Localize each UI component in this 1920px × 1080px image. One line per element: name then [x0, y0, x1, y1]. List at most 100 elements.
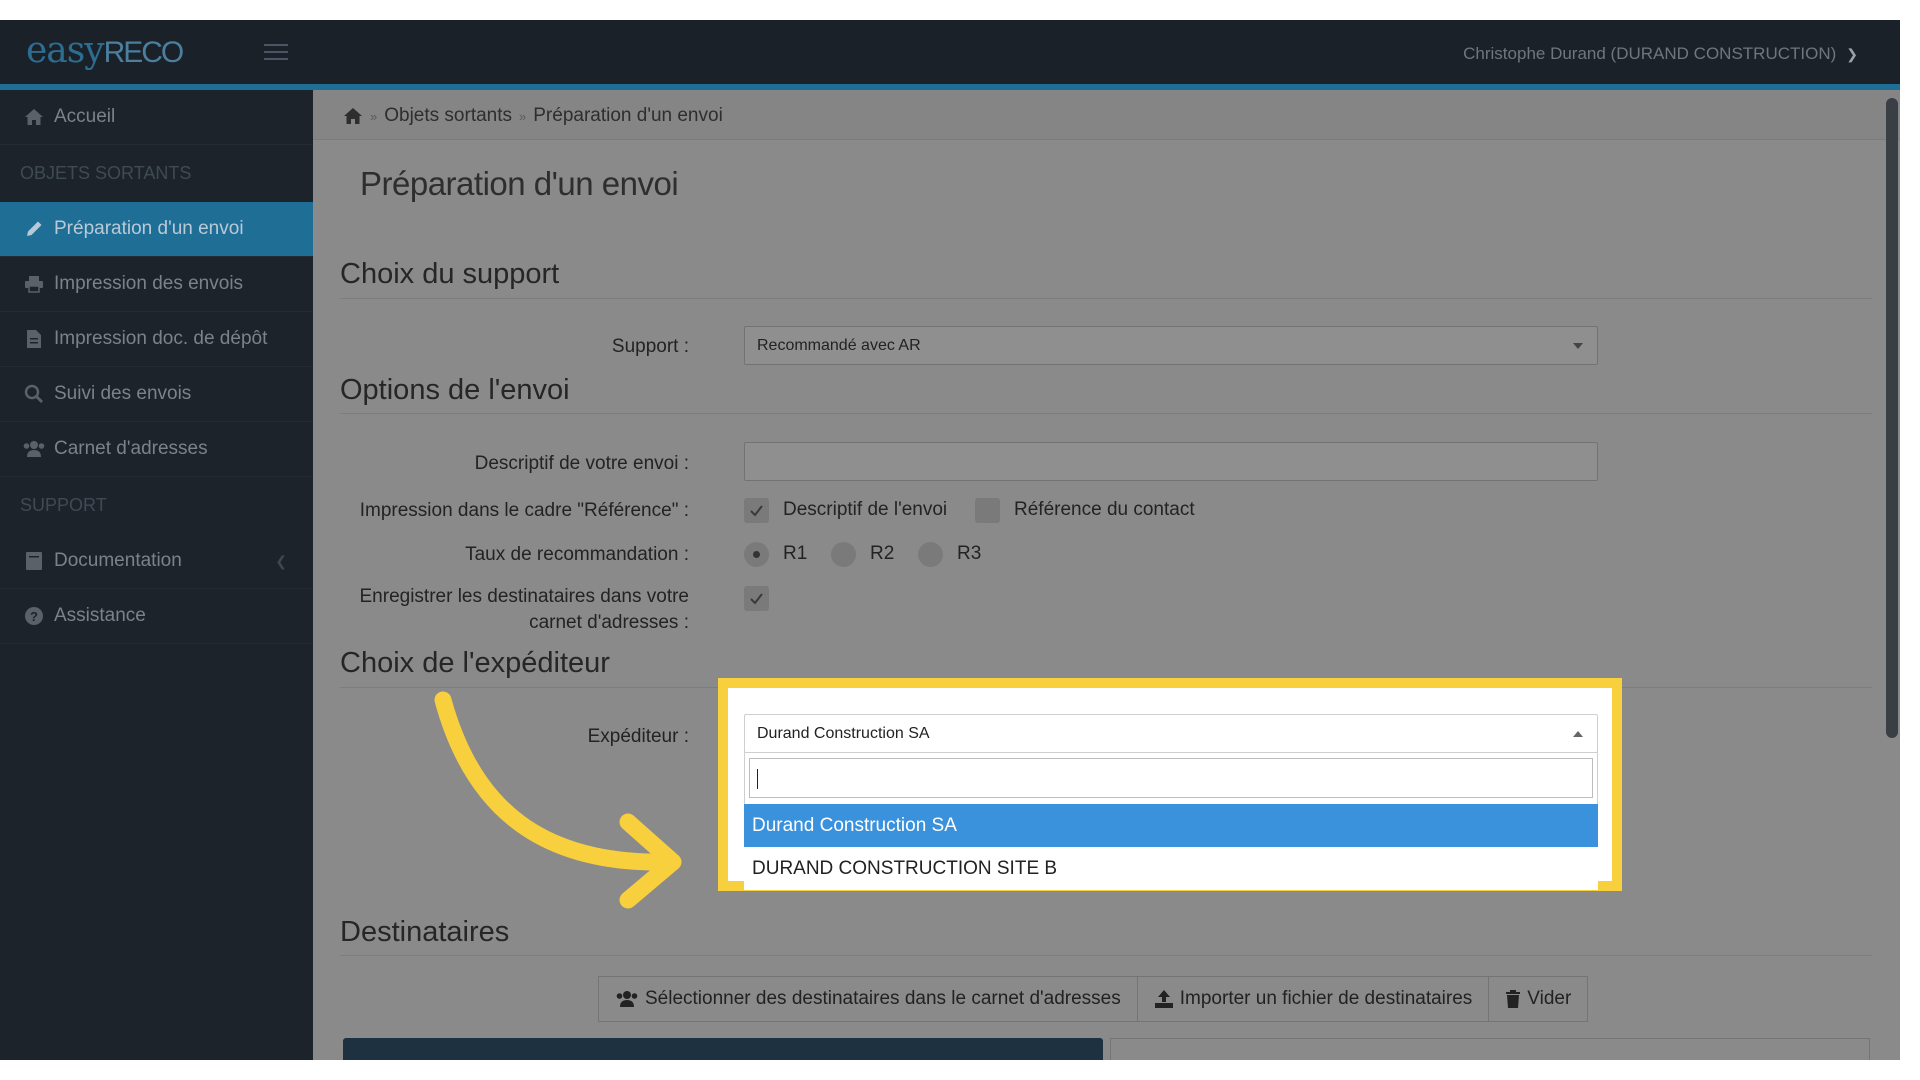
home-icon	[22, 108, 46, 126]
users-icon	[615, 990, 639, 1008]
logo[interactable]: easyRECO	[26, 30, 185, 71]
clear-button[interactable]: Vider	[1488, 976, 1589, 1022]
rate-r3-label[interactable]: R3	[957, 543, 981, 565]
page-margin	[1900, 20, 1920, 1060]
sidebar-item-label: Préparation d'un envoi	[54, 218, 244, 239]
breadcrumb-current: Préparation d'un envoi	[533, 105, 723, 126]
rate-r2-label[interactable]: R2	[870, 543, 894, 565]
save-recipients-label-line1: Enregistrer les destinataires dans votre	[359, 586, 690, 607]
checkmark-icon	[750, 505, 763, 517]
menu-toggle-icon[interactable]	[264, 44, 288, 62]
scrollbar[interactable]	[1886, 98, 1898, 738]
rate-r3-radio[interactable]	[918, 542, 943, 567]
sidebar-header-outgoing: OBJETS SORTANTS	[20, 163, 192, 183]
upload-icon	[1154, 989, 1174, 1009]
pencil-icon	[22, 219, 46, 239]
section-divider	[340, 413, 1872, 414]
ref-descriptif-label[interactable]: Descriptif de l'envoi	[783, 499, 947, 521]
app-frame: easyRECO Christophe Durand (DURAND CONST…	[0, 20, 1900, 1060]
rate-label: Taux de recommandation :	[465, 544, 689, 565]
caret-down-icon	[1573, 343, 1583, 349]
save-recipients-label-line2: carnet d'adresses :	[529, 612, 689, 633]
logo-easy: easy	[26, 30, 105, 71]
page-title: Préparation d'un envoi	[360, 165, 679, 202]
sidebar-item-accueil[interactable]: Accueil	[0, 90, 313, 145]
section-title-recipients: Destinataires	[340, 916, 510, 948]
support-select-value: Recommandé avec AR	[757, 337, 921, 354]
section-title-support: Choix du support	[340, 258, 560, 290]
text-cursor	[757, 769, 758, 789]
annotation-arrow-icon	[434, 691, 682, 909]
import-file-button[interactable]: Importer un fichier de destinataires	[1136, 976, 1490, 1022]
section-title-sender: Choix de l'expéditeur	[340, 647, 610, 679]
ref-contact-label[interactable]: Référence du contact	[1014, 499, 1195, 521]
chevron-left-icon: ❮	[275, 552, 287, 569]
book-icon	[22, 551, 46, 571]
ref-contact-checkbox[interactable]	[975, 498, 1000, 523]
section-divider	[340, 298, 1872, 299]
sender-search-input[interactable]	[749, 758, 1593, 798]
select-recipients-label: Sélectionner des destinataires dans le c…	[645, 988, 1121, 1009]
select-recipients-button[interactable]: Sélectionner des destinataires dans le c…	[598, 976, 1138, 1022]
document-icon	[22, 329, 46, 349]
user-menu[interactable]: Christophe Durand (DURAND CONSTRUCTION) ❯	[1463, 44, 1858, 64]
sidebar-item-label: Accueil	[54, 106, 116, 127]
checkmark-icon	[750, 593, 763, 605]
breadcrumb-separator: »	[370, 108, 378, 124]
breadcrumb: » Objets sortants » Préparation d'un env…	[343, 105, 723, 127]
breadcrumb-separator: »	[519, 108, 527, 124]
recipients-panel-header	[343, 1038, 1103, 1060]
sidebar-item-suivi[interactable]: Suivi des envois	[0, 367, 313, 422]
sidebar-item-documentation[interactable]: Documentation ❮	[0, 534, 313, 589]
section-divider	[340, 955, 1872, 956]
sender-select[interactable]: Durand Construction SA	[744, 714, 1598, 753]
sender-option-durand-site-b[interactable]: DURAND CONSTRUCTION SITE B	[744, 847, 1598, 890]
top-bar: easyRECO Christophe Durand (DURAND CONST…	[0, 20, 1900, 90]
sidebar-item-assistance[interactable]: ? Assistance	[0, 589, 313, 644]
recipients-panel-right	[1110, 1038, 1870, 1060]
breadcrumb-bar: » Objets sortants » Préparation d'un env…	[313, 90, 1900, 140]
save-recipients-checkbox[interactable]	[744, 586, 769, 611]
section-title-options: Options de l'envoi	[340, 374, 570, 406]
description-label: Descriptif de votre envoi :	[474, 453, 689, 474]
rate-r1-radio[interactable]	[744, 542, 769, 567]
sender-select-value: Durand Construction SA	[757, 725, 930, 742]
sidebar-item-impression-depot[interactable]: Impression doc. de dépôt	[0, 312, 313, 367]
sidebar-item-preparation[interactable]: Préparation d'un envoi	[0, 202, 313, 257]
clear-label: Vider	[1527, 988, 1572, 1009]
sidebar-item-label: Documentation	[54, 550, 182, 571]
description-input[interactable]	[744, 442, 1598, 481]
help-icon: ?	[22, 606, 46, 626]
sidebar-item-label: Assistance	[54, 605, 146, 626]
sidebar-item-carnet[interactable]: Carnet d'adresses	[0, 422, 313, 477]
chevron-down-icon: ❯	[1846, 46, 1858, 62]
rate-r1-label[interactable]: R1	[783, 543, 807, 565]
breadcrumb-link-objets-sortants[interactable]: Objets sortants	[384, 105, 512, 127]
caret-up-icon	[1573, 731, 1583, 737]
home-icon[interactable]	[343, 107, 363, 125]
import-file-label: Importer un fichier de destinataires	[1179, 988, 1473, 1009]
sidebar-item-label: Impression des envois	[54, 273, 244, 294]
sidebar-item-label: Suivi des envois	[54, 383, 192, 404]
ref-descriptif-checkbox[interactable]	[744, 498, 769, 523]
trash-icon	[1505, 990, 1521, 1008]
reference-label: Impression dans le cadre "Référence" :	[359, 500, 689, 521]
sidebar-header-support: SUPPORT	[20, 495, 107, 515]
recipients-button-group: Sélectionner des destinataires dans le c…	[598, 976, 1589, 1022]
user-name: Christophe Durand (DURAND CONSTRUCTION)	[1463, 44, 1837, 63]
save-recipients-label: Enregistrer les destinataires dans votre…	[360, 584, 690, 636]
sidebar-item-label: Carnet d'adresses	[54, 438, 208, 459]
printer-icon	[22, 275, 46, 293]
search-icon	[22, 384, 46, 404]
support-label: Support :	[611, 336, 689, 357]
support-select[interactable]: Recommandé avec AR	[744, 326, 1598, 365]
svg-text:?: ?	[30, 609, 38, 624]
main-content: » Objets sortants » Préparation d'un env…	[313, 90, 1900, 1060]
sidebar-item-label: Impression doc. de dépôt	[54, 328, 268, 349]
sidebar: Accueil OBJETS SORTANTS Préparation d'un…	[0, 90, 313, 1060]
logo-reco: RECO	[103, 36, 185, 69]
sidebar-item-impression-envois[interactable]: Impression des envois	[0, 257, 313, 312]
sender-option-durand-construction-sa[interactable]: Durand Construction SA	[744, 804, 1598, 847]
rate-r2-radio[interactable]	[831, 542, 856, 567]
users-icon	[22, 440, 46, 458]
